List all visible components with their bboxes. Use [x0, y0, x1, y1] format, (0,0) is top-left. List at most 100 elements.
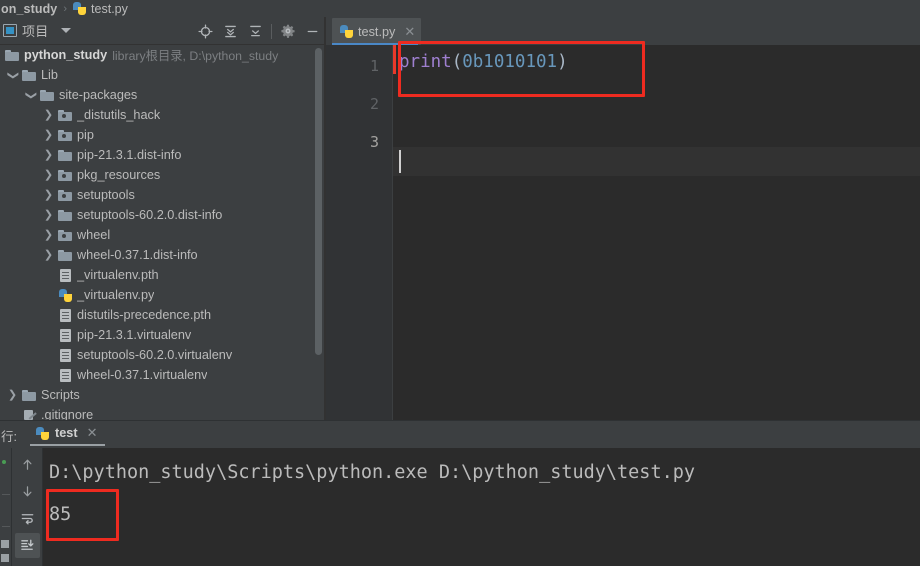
code-close-paren: ) [557, 52, 568, 72]
chevron-right-icon[interactable]: ❯ [40, 225, 57, 245]
git-file-icon [21, 405, 37, 420]
rail-divider [2, 494, 10, 495]
up-arrow-icon[interactable] [15, 452, 40, 477]
tree-row-_virtualenv-pth[interactable]: _virtualenv.pth [0, 265, 325, 285]
tree-row-gitignore[interactable]: .gitignore [0, 405, 325, 420]
stop-button-icon[interactable] [1, 540, 9, 548]
trash-button-icon[interactable] [1, 554, 9, 562]
tree-item-note: library根目录, D:\python_study [112, 49, 279, 63]
run-panel-top-border [0, 420, 920, 421]
project-panel-title: 项目 [22, 24, 49, 39]
chevron-right-icon[interactable]: ❯ [40, 245, 57, 265]
tree-row-wheel-dist-info[interactable]: ❯ wheel-0.37.1.dist-info [0, 245, 325, 265]
tab-label: test.py [358, 24, 396, 39]
gear-icon[interactable] [275, 18, 300, 44]
tree-item-label: pip [77, 128, 94, 142]
code-open-paren: ( [451, 52, 463, 72]
chevron-right-icon[interactable]: ❯ [40, 145, 57, 165]
folder-icon [57, 205, 73, 225]
expand-all-icon[interactable] [218, 18, 243, 44]
chevron-down-icon[interactable]: ❯ [4, 65, 21, 85]
code-binary-literal: 0b1010101 [462, 52, 558, 72]
tree-row-distutils-precedence[interactable]: distutils-precedence.pth [0, 305, 325, 325]
editor-gutter[interactable]: 1 2 3 [326, 45, 393, 420]
project-tree[interactable]: python_study library根目录, D:\python_study… [0, 45, 325, 420]
tree-item-label: wheel-0.37.1.dist-info [77, 248, 198, 262]
chevron-right-icon[interactable]: ❯ [40, 105, 57, 125]
tree-item-label: _distutils_hack [77, 108, 161, 122]
breadcrumb-file[interactable]: test.py [91, 2, 128, 16]
toolbar-divider [271, 23, 272, 39]
collapse-all-icon[interactable] [243, 18, 268, 44]
tree-row-pip-virtualenv[interactable]: pip-21.3.1.virtualenv [0, 325, 325, 345]
tree-row-pip[interactable]: ❯ pip [0, 125, 325, 145]
console-output-value: 85 [49, 504, 72, 525]
run-tab-label: test [55, 426, 78, 440]
folder-icon [4, 45, 20, 65]
tree-row-Lib[interactable]: ❯ Lib [0, 65, 325, 85]
chevron-right-icon[interactable]: ❯ [40, 205, 57, 225]
tree-item-label: python_study [24, 48, 108, 62]
chevron-right-icon[interactable]: ❯ [4, 385, 21, 405]
close-icon[interactable]: ✕ [87, 425, 98, 441]
package-folder-icon [57, 105, 73, 125]
minimize-icon[interactable] [300, 18, 325, 44]
locate-in-tree-icon[interactable] [193, 18, 218, 44]
breadcrumb: on_study › test.py [0, 0, 920, 17]
down-arrow-icon[interactable] [15, 479, 40, 504]
console-output[interactable]: D:\python_study\Scripts\python.exe D:\py… [43, 448, 920, 566]
chevron-down-icon[interactable]: ❯ [22, 85, 39, 105]
breadcrumb-project[interactable]: on_study [1, 2, 57, 16]
run-tab-underline [30, 444, 105, 446]
python-file-icon [36, 426, 49, 440]
close-icon[interactable]: ✕ [404, 25, 415, 38]
chevron-right-icon[interactable]: ❯ [40, 185, 57, 205]
scroll-to-end-icon[interactable] [15, 533, 40, 558]
tree-item-label: setuptools-60.2.0.dist-info [77, 208, 223, 222]
project-tree-scrollbar[interactable] [315, 48, 322, 355]
tree-row-python_study[interactable]: python_study library根目录, D:\python_study [0, 45, 325, 65]
tree-item-label: setuptools-60.2.0.virtualenv [77, 348, 233, 362]
folder-icon [39, 85, 55, 105]
python-file-icon [57, 285, 73, 305]
package-folder-icon [57, 225, 73, 245]
tree-item-label: pip-21.3.1.virtualenv [77, 328, 192, 342]
tree-item-label: .gitignore [41, 408, 94, 420]
run-tab-test[interactable]: test ✕ [30, 420, 103, 446]
console-toolbar [13, 448, 42, 566]
tree-row-wheel-virtualenv[interactable]: wheel-0.37.1.virtualenv [0, 365, 325, 385]
rail-divider [2, 526, 10, 527]
editor-tabbar: test.py ✕ [326, 17, 920, 45]
text-file-icon [57, 345, 73, 365]
tree-row-site-packages[interactable]: ❯ site-packages [0, 85, 325, 105]
tree-row-_distutils_hack[interactable]: ❯ _distutils_hack [0, 105, 325, 125]
tree-item-label: wheel-0.37.1.virtualenv [77, 368, 208, 382]
chevron-right-icon[interactable]: ❯ [40, 125, 57, 145]
console-command-line: D:\python_study\Scripts\python.exe D:\py… [49, 462, 696, 483]
chevron-right-icon[interactable]: ❯ [40, 165, 57, 185]
chevron-down-icon[interactable] [60, 28, 71, 33]
tab-test-py[interactable]: test.py ✕ [332, 18, 422, 45]
package-folder-icon [57, 125, 73, 145]
code-line-1[interactable]: print(0b1010101) [399, 48, 568, 76]
run-panel-header: 行: [0, 422, 920, 448]
folder-icon [57, 245, 73, 265]
tree-row-setuptools-dist-info[interactable]: ❯ setuptools-60.2.0.dist-info [0, 205, 325, 225]
tree-row-pip-dist-info[interactable]: ❯ pip-21.3.1.dist-info [0, 145, 325, 165]
editor-area: test.py ✕ 1 2 3 print(0b1010101) [326, 17, 920, 420]
tree-row-pkg_resources[interactable]: ❯ pkg_resources [0, 165, 325, 185]
tree-row-_virtualenv-py[interactable]: _virtualenv.py [0, 285, 325, 305]
text-file-icon [57, 305, 73, 325]
tree-row-wheel[interactable]: ❯ wheel [0, 225, 325, 245]
run-left-rail[interactable] [0, 448, 12, 566]
code-editor[interactable]: print(0b1010101) [393, 45, 920, 420]
python-file-icon [73, 2, 87, 15]
soft-wrap-icon[interactable] [15, 506, 40, 531]
project-panel-toolbar [193, 17, 325, 45]
folder-icon [21, 385, 37, 405]
tree-item-label: setuptools [77, 188, 135, 202]
tree-row-setuptools[interactable]: ❯ setuptools [0, 185, 325, 205]
text-caret [399, 150, 401, 173]
tree-row-setuptools-virtualenv[interactable]: setuptools-60.2.0.virtualenv [0, 345, 325, 365]
tree-row-Scripts[interactable]: ❯ Scripts [0, 385, 325, 405]
